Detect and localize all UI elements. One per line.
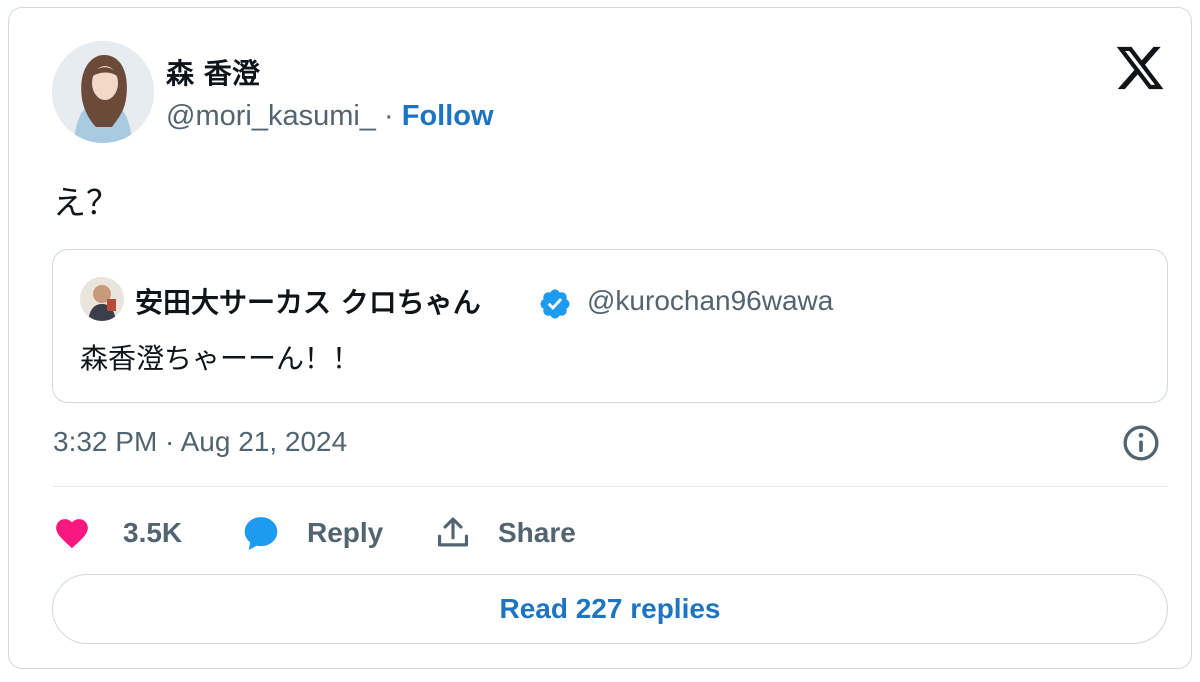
tweet-text: え？ xyxy=(53,183,119,222)
verified-badge-icon xyxy=(540,289,570,319)
reply-button[interactable]: Reply xyxy=(241,505,383,561)
read-replies-label: Read 227 replies xyxy=(499,593,721,624)
quoted-author-name: 安田大サーカス クロちゃん xyxy=(135,286,481,319)
author-avatar-image xyxy=(52,41,154,143)
x-logo-icon[interactable] xyxy=(1114,42,1166,94)
read-replies-button[interactable]: Read 227 replies xyxy=(52,574,1168,644)
share-label: Share xyxy=(498,517,576,548)
share-button[interactable]: Share xyxy=(434,505,576,561)
quoted-avatar-image xyxy=(80,277,124,321)
separator-dot: · xyxy=(384,100,394,132)
like-count: 3.5K xyxy=(123,517,183,548)
quoted-tweet[interactable]: 安田大サーカス クロちゃん @kurochan96wawa 森香澄ちゃーーん！！ xyxy=(52,249,1168,403)
info-icon[interactable] xyxy=(1121,423,1161,463)
like-button[interactable]: 3.5K xyxy=(53,505,182,561)
follow-link[interactable]: Follow xyxy=(402,100,494,132)
divider xyxy=(53,486,1168,487)
reply-label: Reply xyxy=(307,517,384,548)
tweet-card: 森 香澄 @mori_kasumi_ · Follow え？ 安田大サーカス ク… xyxy=(8,7,1192,669)
author-avatar[interactable] xyxy=(52,41,154,143)
author-handle[interactable]: @mori_kasumi_ xyxy=(166,100,376,132)
author-meta: @mori_kasumi_ · Follow xyxy=(166,100,494,133)
share-upload-icon xyxy=(437,517,469,547)
quoted-tweet-text: 森香澄ちゃーーん！！ xyxy=(80,342,361,375)
speech-bubble-icon xyxy=(244,517,278,551)
quoted-author-handle: @kurochan96wawa xyxy=(587,285,834,316)
quoted-author-avatar xyxy=(80,277,124,321)
tweet-timestamp[interactable]: 3:32 PM · Aug 21, 2024 xyxy=(53,426,347,458)
heart-icon xyxy=(56,519,88,549)
author-name[interactable]: 森 香澄 xyxy=(166,52,260,92)
